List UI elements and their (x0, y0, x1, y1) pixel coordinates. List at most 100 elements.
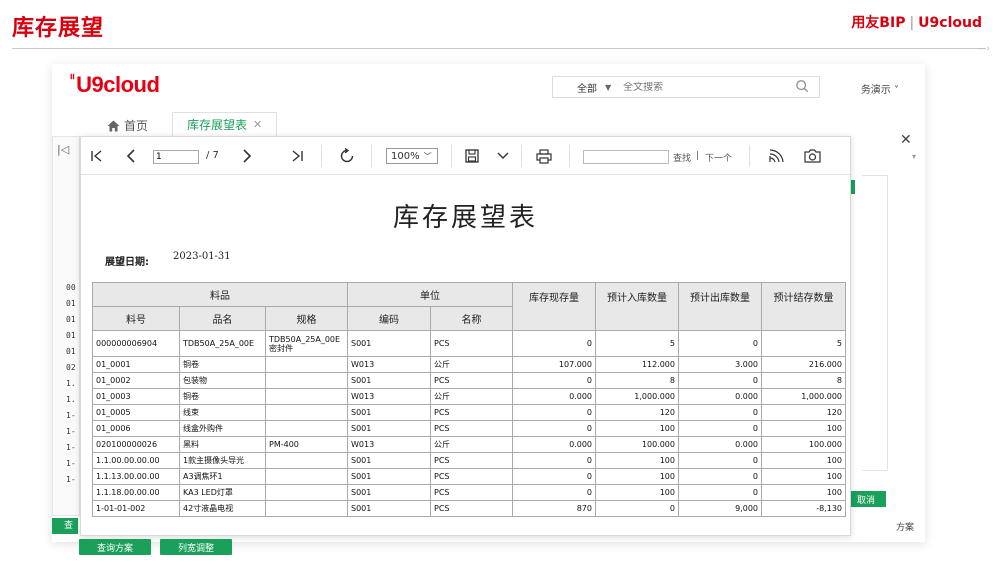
refresh-icon[interactable] (337, 147, 357, 165)
table-cell: 100 (595, 452, 679, 469)
print-icon[interactable] (535, 147, 553, 165)
table-cell: 107.000 (512, 356, 596, 373)
header-item-name: 品名 (179, 306, 266, 331)
background-code: 1. (66, 379, 76, 388)
table-cell: 9,000 (678, 500, 762, 517)
close-icon[interactable]: ✕ (253, 118, 262, 131)
first-page-icon[interactable] (89, 147, 105, 165)
background-code: 1- (66, 427, 76, 436)
table-cell: 100 (761, 420, 846, 437)
column-width-adjust-button[interactable]: 列宽调整 (160, 539, 232, 555)
table-cell: S001 (347, 404, 431, 421)
background-code: 02 (66, 363, 76, 372)
table-row[interactable]: 01_0006 线盒外购件 S001 PCS 0 100 0 100 (92, 420, 846, 437)
header-item: 料品 (92, 282, 348, 307)
table-cell (265, 468, 348, 485)
background-code: 00 (66, 283, 76, 292)
viewer-toolbar: / 7 100% ﹀ 查找 | 下一个 (81, 137, 850, 175)
camera-icon[interactable] (803, 147, 821, 165)
find-next-button[interactable]: 下一个 (705, 151, 732, 164)
logo-mark-icon: ᐦ (70, 72, 75, 86)
brand-u9cloud: U9cloud (918, 15, 982, 31)
background-code: 01 (66, 331, 76, 340)
slide-divider-end: —› (977, 44, 990, 54)
background-code: 1- (66, 443, 76, 452)
table-row[interactable]: 000000006904 TDB50A_25A_00E TDB50A_25A_00E… (92, 330, 846, 357)
table-row[interactable]: 020100000026 黑料 PM-400 W013 公斤 0.000 100.000 0.… (92, 436, 846, 453)
last-page-icon[interactable] (289, 147, 305, 165)
chevron-down-icon[interactable]: ▼ (605, 83, 611, 92)
table-row[interactable]: 1-01-01-002 42寸液晶电视 S001 PCS 870 0 9,000 -8,130 (92, 500, 846, 517)
table-cell: 000000006904 (92, 330, 180, 357)
query-scheme-button[interactable]: 查询方案 (79, 539, 151, 555)
table-cell: S001 (347, 330, 431, 357)
table-cell: 1-01-01-002 (92, 500, 180, 517)
search-scope-select[interactable]: 全部 (553, 80, 605, 95)
table-cell: 216.000 (761, 356, 846, 373)
tab-home[interactable]: 首页 (107, 117, 148, 134)
prev-page-icon[interactable] (123, 147, 139, 165)
report-title: 库存展望表 (392, 203, 538, 233)
table-cell: -8,130 (761, 500, 846, 517)
search-input[interactable] (623, 81, 774, 93)
table-cell: 01_0006 (92, 420, 180, 437)
table-cell: 5 (761, 330, 846, 357)
table-cell: PM-400 (265, 436, 348, 453)
tab-inventory-outlook[interactable]: 库存展望表 ✕ (172, 112, 278, 136)
table-cell: 0 (678, 452, 762, 469)
table-cell: 0.000 (512, 388, 596, 405)
table-row[interactable]: 1.1.13.00.00.00 A3调焦环1 S001 PCS 0 100 0 100 (92, 468, 846, 485)
table-row[interactable]: 01_0003 铜卷 W013 公斤 0.000 1,000.000 0.000 1,000.… (92, 388, 846, 405)
table-row[interactable]: 01_0002 包装物 S001 PCS 0 8 0 8 (92, 372, 846, 389)
find-button[interactable]: 查找 (673, 151, 691, 164)
brand-separator: | (909, 15, 915, 31)
table-cell: 100.000 (761, 436, 846, 453)
table-cell: 100 (595, 420, 679, 437)
table-cell: 0 (512, 484, 596, 501)
chevron-down-icon[interactable] (495, 147, 511, 165)
toolbar-separator (521, 145, 522, 167)
global-search[interactable]: 全部 ▼ (552, 76, 820, 98)
find-input[interactable] (583, 150, 669, 164)
zoom-select[interactable]: 100% ﹀ (386, 148, 438, 164)
dialog-close-icon[interactable]: ✕ (900, 132, 912, 148)
report-viewer: / 7 100% ﹀ 查找 | 下一个 (80, 136, 851, 536)
user-menu[interactable]: 务演示 ˅ (861, 81, 899, 96)
background-code: 1- (66, 459, 76, 468)
table-row[interactable]: 1.1.18.00.00.00 KA3 LED灯罩 S001 PCS 0 100 0 100 (92, 484, 846, 501)
outlook-date-value: 2023-01-31 (173, 251, 231, 262)
cancel-button[interactable]: 取消 (846, 491, 886, 507)
next-page-icon[interactable] (239, 147, 255, 165)
background-query-button[interactable]: 查 (52, 518, 78, 534)
header-item-spec: 规格 (265, 306, 348, 331)
table-cell: 0 (678, 372, 762, 389)
table-cell: 0 (678, 420, 762, 437)
table-cell: PCS (430, 420, 513, 437)
table-cell: 1.1.13.00.00.00 (92, 468, 180, 485)
table-group-header-row: 料品 单位 库存现存量 预计入库数量 预计出库数量 预计结存数量 (92, 282, 846, 331)
table-cell: 0 (678, 484, 762, 501)
save-icon[interactable] (463, 147, 481, 165)
table-row[interactable]: 1.1.00.00.00.00 1款主摄像头导光 S001 PCS 0 100 0 100 (92, 452, 846, 469)
outlook-date-label: 展望日期: (105, 257, 149, 268)
table-cell (265, 420, 348, 437)
header-expected-balance: 预计结存数量 (761, 282, 846, 331)
search-icon[interactable] (795, 79, 809, 93)
table-cell: S001 (347, 500, 431, 517)
table-cell: 01_0002 (92, 372, 180, 389)
table-row[interactable]: 01_0005 线束 S001 PCS 0 120 0 120 (92, 404, 846, 421)
logo-text: U9cloud (76, 72, 160, 97)
table-row[interactable]: 01_0001 铜卷 W013 公斤 107.000 112.000 3.000 216.00… (92, 356, 846, 373)
table-cell: 120 (761, 404, 846, 421)
table-cell: 112.000 (595, 356, 679, 373)
background-green-marker (851, 180, 855, 194)
page-number-input[interactable] (153, 150, 199, 164)
header-on-hand: 库存现存量 (512, 282, 596, 331)
table-cell: 100 (761, 452, 846, 469)
table-cell: 100 (595, 468, 679, 485)
rss-icon[interactable] (767, 147, 785, 165)
first-page-icon[interactable]: |◁ (57, 143, 69, 156)
table-cell: KA3 LED灯罩 (179, 484, 266, 501)
table-cell (265, 372, 348, 389)
background-code: 01 (66, 299, 76, 308)
